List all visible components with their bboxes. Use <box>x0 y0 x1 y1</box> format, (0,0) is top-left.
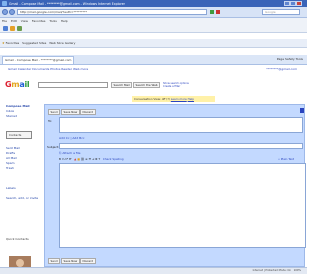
tab-bar: Gmail - Compose Mail - ********@gmail.co… <box>0 55 307 65</box>
favorites-label[interactable]: Favorites <box>6 41 20 45</box>
nav-web[interactable]: Web <box>73 67 80 71</box>
tool-tools[interactable]: Tools <box>296 57 303 61</box>
check-spelling-link[interactable]: Check Spelling <box>103 157 124 161</box>
nav-documents[interactable]: Documents <box>32 67 49 71</box>
tab-gmail[interactable]: Gmail - Compose Mail - ********@gmail.co… <box>2 56 74 64</box>
compose-mail-link[interactable]: Compose Mail <box>6 104 30 108</box>
nav-more[interactable]: more <box>80 67 88 71</box>
highlight-icon[interactable]: ■ <box>77 157 80 161</box>
menu-help[interactable]: Help <box>61 19 68 23</box>
print-icon[interactable] <box>17 26 22 31</box>
address-bar: http://mail.google.com/mail/?auth=******… <box>0 7 307 18</box>
menu-tools[interactable]: Tools <box>49 19 56 23</box>
refresh-icon[interactable] <box>210 10 214 14</box>
home-icon[interactable] <box>3 26 8 31</box>
sidebar-item-drafts[interactable]: Drafts <box>6 151 15 155</box>
gmail-logo[interactable]: Gmail <box>5 80 30 89</box>
link-icon[interactable]: ⛓ <box>81 157 85 161</box>
command-icons <box>0 24 307 33</box>
chat-search[interactable]: Search, add, or invite <box>6 196 38 200</box>
cc-bcc-links[interactable]: Add Cc | Add Bcc <box>59 136 85 140</box>
sidebar-item-trash[interactable]: Trash <box>6 166 14 170</box>
learn-more-link[interactable]: Learn more <box>171 97 187 101</box>
suggested-sites-link[interactable]: Suggested Sites <box>22 41 46 45</box>
labels-header[interactable]: Labels <box>6 186 16 190</box>
back-icon[interactable] <box>2 9 8 15</box>
ie-icon <box>2 1 7 6</box>
nav-calendar[interactable]: Calendar <box>18 67 32 71</box>
feeds-icon[interactable] <box>10 26 15 31</box>
contacts-button[interactable]: Contacts <box>6 131 32 139</box>
compose-pane: Send Save Now Discard To: Add Cc | Add B… <box>44 104 306 267</box>
search-mail-button[interactable]: Search Mail <box>111 82 133 88</box>
menu-edit[interactable]: Edit <box>11 19 17 23</box>
close-button[interactable] <box>296 1 302 6</box>
sidebar-item-inbox[interactable]: Inbox <box>6 109 14 113</box>
search-mail-input[interactable] <box>38 82 108 88</box>
menu-favorites[interactable]: Favorites <box>32 19 46 23</box>
gmail-top-nav: Gmail Calendar Documents Photos Reader W… <box>0 67 307 72</box>
forward-icon[interactable] <box>9 9 15 15</box>
menu-file[interactable]: File <box>2 19 7 23</box>
plain-text-link[interactable]: « Plain Text <box>278 157 294 161</box>
security-zone[interactable]: Internet | Protected Mode: On <box>253 269 292 272</box>
save-now-button-bottom[interactable]: Save Now <box>61 258 80 264</box>
discard-button-bottom[interactable]: Discard <box>80 258 96 264</box>
window-title: Gmail - Compose Mail - ********@gmail.co… <box>9 1 125 6</box>
sidebar-item-spam[interactable]: Spam <box>6 161 15 165</box>
subject-field[interactable] <box>59 143 303 149</box>
new-window-icon[interactable] <box>300 108 304 113</box>
discard-button[interactable]: Discard <box>80 109 96 115</box>
favorites-bar: ★ Favorites Suggested Sites Web Slice Ga… <box>0 39 307 48</box>
url-input[interactable]: http://mail.google.com/mail/?auth=******… <box>17 9 207 15</box>
message-body-editor[interactable] <box>59 163 306 248</box>
send-button-bottom[interactable]: Send <box>48 258 61 264</box>
quick-contacts-header: Quick Contacts <box>6 237 29 241</box>
remove-format-icon[interactable]: T <box>98 157 100 161</box>
bullet-list-icon[interactable]: ☰ <box>88 157 91 161</box>
attach-file-link[interactable]: ⎘ Attach a file <box>59 151 80 155</box>
tool-safety[interactable]: Safety <box>285 57 295 61</box>
help-link[interactable]: Help <box>188 97 194 101</box>
to-label: To: <box>48 119 53 123</box>
save-now-button[interactable]: Save Now <box>61 109 80 115</box>
search-input[interactable]: Google <box>262 9 300 15</box>
web-slice-link[interactable]: Web Slice Gallery <box>49 41 75 45</box>
menu-view[interactable]: View <box>21 19 28 23</box>
stop-icon[interactable] <box>216 10 220 14</box>
sidebar-item-all-mail[interactable]: All Mail <box>6 156 17 160</box>
account-email[interactable]: ********@gmail.com <box>266 67 297 71</box>
tool-page[interactable]: Page <box>277 57 284 61</box>
notice-text: Conversation View: off (?) <box>134 97 170 101</box>
sidebar-item-sent[interactable]: Sent Mail <box>6 146 20 150</box>
nav-gmail[interactable]: Gmail <box>8 67 17 71</box>
create-filter-link[interactable]: Create a filter <box>163 85 189 88</box>
search-options: Show search options Create a filter <box>163 82 189 88</box>
format-buttons[interactable]: B I U F tT <box>59 157 72 161</box>
text-color-icon[interactable]: ▲ <box>74 157 76 161</box>
favorites-star-icon[interactable]: ★ <box>2 41 5 45</box>
to-field[interactable] <box>59 117 303 133</box>
sidebar-item-starred[interactable]: Starred <box>6 114 17 118</box>
nav-photos[interactable]: Photos <box>50 67 60 71</box>
send-button[interactable]: Send <box>48 109 61 115</box>
subject-label: Subject: <box>47 145 60 149</box>
search-web-button[interactable]: Search the Web <box>133 82 161 88</box>
notice-banner: Conversation View: off (?) Learn more He… <box>132 96 215 102</box>
nav-reader[interactable]: Reader <box>61 67 72 71</box>
indent-icon[interactable]: ⇥ <box>92 157 94 161</box>
format-toolbar: B I U F tT ▲ ■ ⛓ ≡ ☰ ⇥ ≣ T Check Spellin… <box>59 157 124 161</box>
zoom-level[interactable]: 100% <box>294 269 301 272</box>
window-titlebar: Gmail - Compose Mail - ********@gmail.co… <box>0 0 307 7</box>
